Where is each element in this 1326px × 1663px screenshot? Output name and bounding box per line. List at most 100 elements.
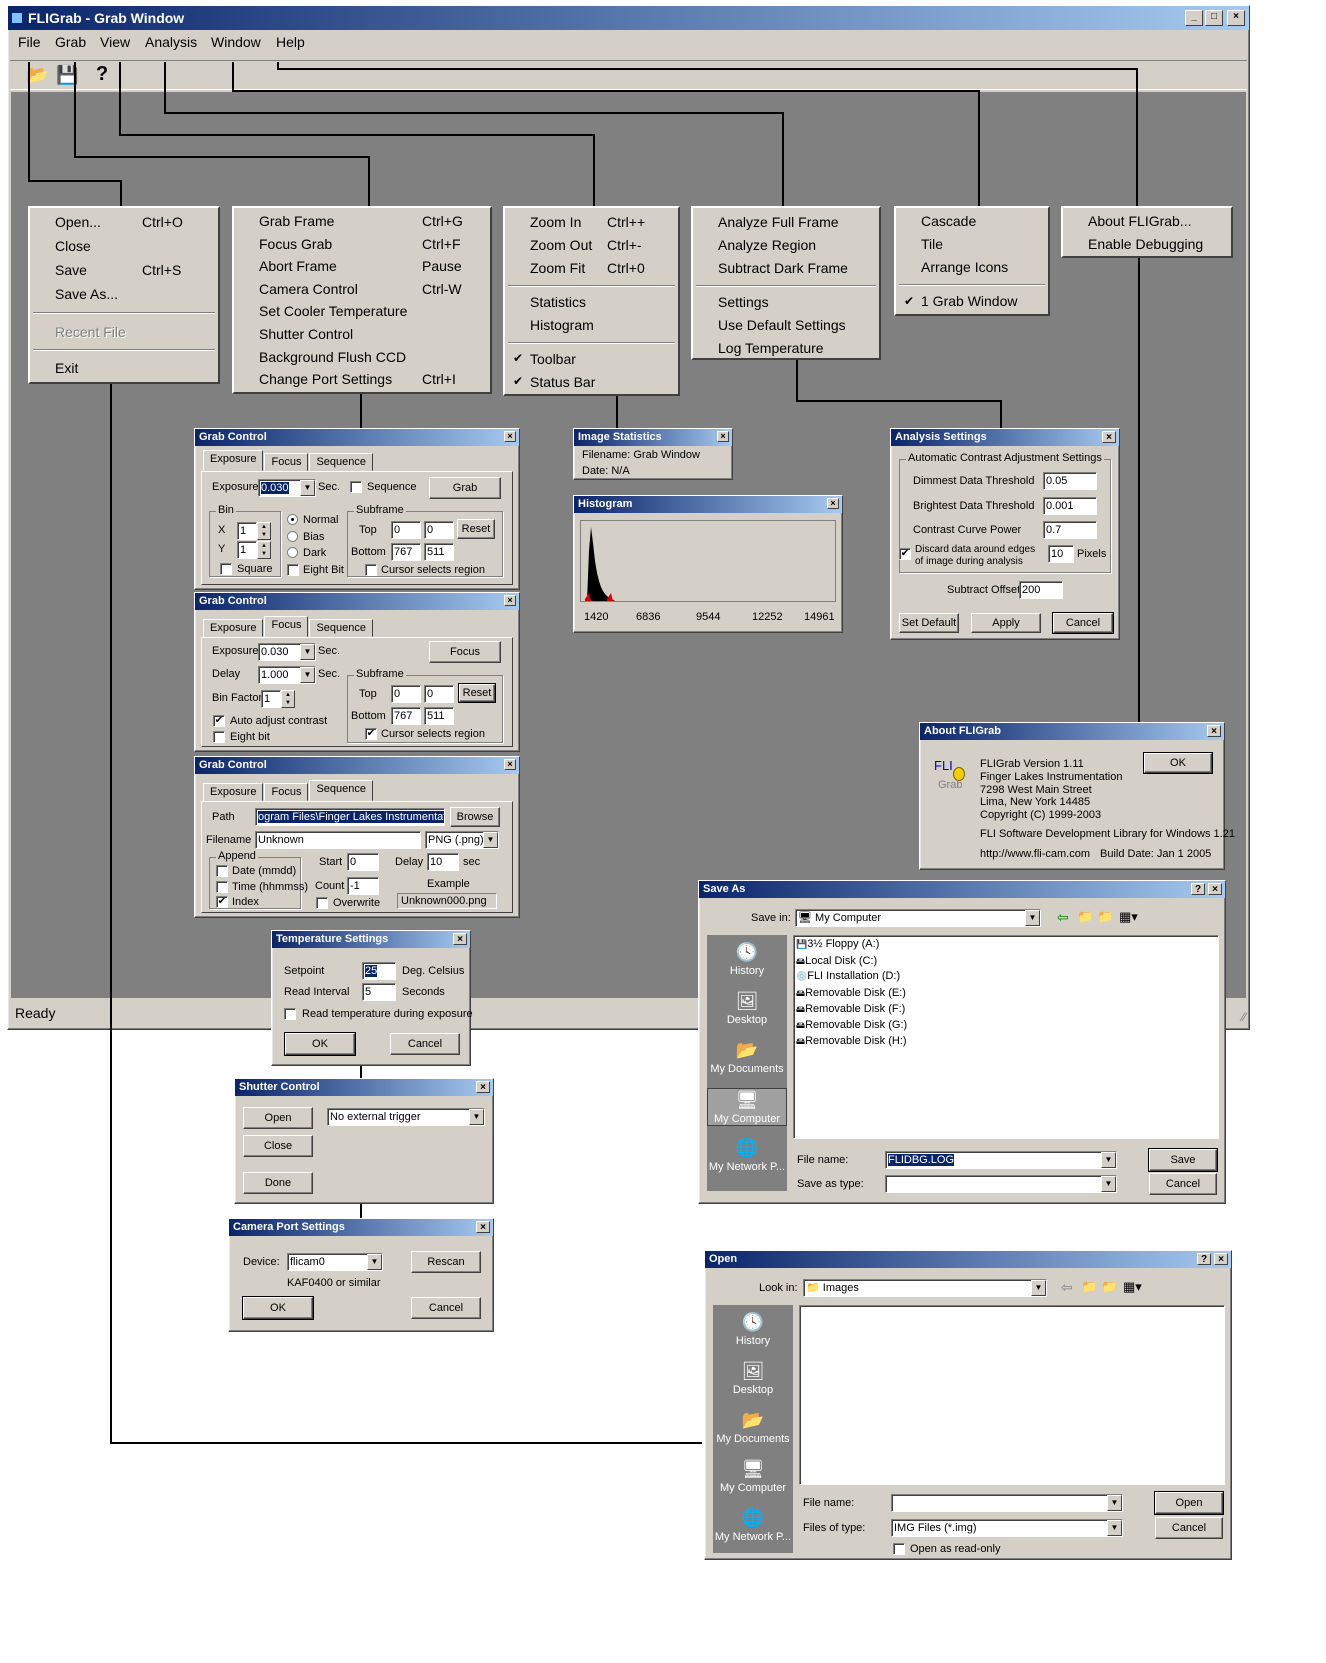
sequence-checkbox[interactable]	[350, 481, 362, 493]
chevron-down-icon[interactable]: ▼	[1025, 910, 1040, 926]
read-during-exposure-checkbox[interactable]	[284, 1008, 296, 1020]
menu-item-exit[interactable]: Exit	[55, 360, 78, 376]
reset-button[interactable]: Reset	[458, 683, 496, 703]
menu-item-subtract-dark[interactable]: Subtract Dark Frame	[718, 260, 848, 276]
setpoint-input[interactable]: 25	[362, 962, 396, 980]
menu-item-cascade[interactable]: Cascade	[921, 213, 976, 229]
menu-item-about[interactable]: About FLIGrab...	[1088, 213, 1192, 229]
minimize-button[interactable]: _	[1185, 10, 1203, 26]
chevron-down-icon[interactable]: ▼	[1031, 1280, 1046, 1296]
cancel-button[interactable]: Cancel	[1155, 1517, 1223, 1539]
device-combo[interactable]: flicam0 ▼	[287, 1253, 383, 1271]
back-icon[interactable]: ⇦	[1061, 1279, 1073, 1296]
read-only-checkbox[interactable]	[893, 1543, 905, 1555]
chevron-down-icon[interactable]: ▼	[300, 480, 315, 496]
menu-item-save-as[interactable]: Save As...	[55, 286, 118, 302]
menu-item-zoom-fit[interactable]: Zoom Fit	[530, 260, 585, 276]
top-input-2[interactable]: 0	[424, 521, 454, 539]
normal-radio[interactable]	[287, 514, 298, 525]
drive-list-item[interactable]: 💾3½ Floppy (A:)	[796, 938, 879, 950]
menu-grab[interactable]: Grab	[55, 34, 86, 50]
dimmest-input[interactable]: 0.05	[1043, 472, 1097, 490]
read-interval-input[interactable]: 5	[362, 983, 396, 1001]
time-checkbox[interactable]	[216, 881, 228, 893]
menu-item-analyze-full[interactable]: Analyze Full Frame	[718, 214, 839, 230]
bin-x-input[interactable]: 1	[237, 522, 257, 540]
menu-help[interactable]: Help	[276, 34, 305, 50]
close-button[interactable]: ×	[504, 759, 516, 770]
close-button[interactable]: ×	[1227, 10, 1245, 26]
help-button[interactable]: ?	[1197, 1253, 1211, 1265]
bin-factor-spinner[interactable]: ▲ ▼	[281, 690, 295, 708]
maximize-button[interactable]: □	[1205, 10, 1223, 26]
menu-item-toolbar[interactable]: Toolbar	[530, 351, 576, 367]
menu-item-arrange-icons[interactable]: Arrange Icons	[921, 259, 1008, 275]
help-button[interactable]: ?	[1191, 883, 1205, 895]
path-input[interactable]: ogram Files\Finger Lakes Instrumentation	[255, 808, 445, 826]
grab-button[interactable]: Grab	[429, 477, 501, 499]
top-input-2[interactable]: 0	[424, 685, 454, 703]
bottom-input-2[interactable]: 511	[424, 543, 454, 561]
place-network[interactable]: 🌐 My Network P...	[707, 1137, 787, 1173]
cursor-region-checkbox[interactable]	[365, 564, 377, 576]
eight-bit-checkbox[interactable]	[287, 564, 299, 576]
chevron-down-icon[interactable]: ▼	[300, 667, 315, 683]
tab-exposure[interactable]: Exposure	[203, 619, 264, 637]
place-history[interactable]: 🕓 History	[707, 941, 787, 977]
menu-item-histogram[interactable]: Histogram	[530, 317, 594, 333]
tab-exposure[interactable]: Exposure	[203, 783, 264, 801]
drive-list-item[interactable]: 💿FLI Installation (D:)	[796, 970, 900, 982]
bin-y-input[interactable]: 1	[237, 541, 257, 559]
chevron-down-icon[interactable]: ▼	[469, 1109, 484, 1125]
menu-item-close[interactable]: Close	[55, 238, 91, 254]
grab-menu-item[interactable]: Camera Control	[259, 281, 358, 297]
square-checkbox[interactable]	[220, 563, 232, 575]
close-button[interactable]: ×	[1214, 1253, 1228, 1265]
close-button[interactable]: ×	[453, 933, 467, 945]
close-shutter-button[interactable]: Close	[243, 1135, 313, 1157]
cancel-button[interactable]: Cancel	[390, 1033, 460, 1055]
tab-focus[interactable]: Focus	[264, 453, 309, 471]
menu-item-settings[interactable]: Settings	[718, 294, 769, 310]
file-type-combo[interactable]: IMG Files (*.img) ▼	[891, 1519, 1123, 1537]
close-button[interactable]: ×	[1207, 725, 1221, 737]
view-menu-icon[interactable]: ▦▾	[1119, 909, 1138, 925]
close-button[interactable]: ×	[476, 1221, 490, 1233]
file-name-combo[interactable]: ▼	[891, 1494, 1123, 1512]
top-input-1[interactable]: 0	[391, 521, 421, 539]
tab-exposure[interactable]: Exposure	[203, 450, 264, 471]
close-button[interactable]: ×	[827, 498, 839, 509]
save-type-combo[interactable]: ▼	[885, 1175, 1117, 1193]
menu-item-status-bar[interactable]: Status Bar	[530, 374, 595, 390]
place-desktop[interactable]: 🖼 Desktop	[713, 1360, 793, 1396]
place-my-documents[interactable]: 📂 My Documents	[713, 1409, 793, 1445]
ok-button[interactable]: OK	[242, 1296, 314, 1320]
menu-item-open[interactable]: Open...	[55, 214, 101, 230]
menu-item-grab-window[interactable]: 1 Grab Window	[921, 293, 1017, 309]
dark-radio[interactable]	[287, 547, 298, 558]
done-button[interactable]: Done	[243, 1172, 313, 1194]
tab-sequence[interactable]: Sequence	[309, 619, 373, 637]
menu-item-debugging[interactable]: Enable Debugging	[1088, 236, 1203, 252]
menu-item-tile[interactable]: Tile	[921, 236, 943, 252]
close-button[interactable]: ×	[717, 431, 729, 442]
chevron-down-icon[interactable]: ▼	[300, 644, 315, 660]
grab-menu-item[interactable]: Shutter Control	[259, 326, 353, 342]
discard-pixels-input[interactable]: 10	[1048, 545, 1074, 563]
menu-view[interactable]: View	[100, 34, 130, 50]
close-button[interactable]: ×	[476, 1081, 490, 1093]
menu-item-default-settings[interactable]: Use Default Settings	[718, 317, 846, 333]
apply-button[interactable]: Apply	[971, 613, 1041, 633]
filename-input[interactable]: Unknown	[255, 831, 421, 849]
chevron-down-icon[interactable]: ▼	[483, 832, 498, 848]
bin-x-spinner[interactable]: ▲ ▼	[257, 522, 271, 540]
ok-button[interactable]: OK	[284, 1032, 356, 1056]
file-name-combo[interactable]: FLIDBG.LOG ▼	[885, 1151, 1117, 1169]
close-button[interactable]: ×	[504, 431, 516, 442]
place-my-documents[interactable]: 📂 My Documents	[707, 1039, 787, 1075]
menu-analysis[interactable]: Analysis	[145, 34, 197, 50]
menu-item-save[interactable]: Save	[55, 262, 87, 278]
close-button[interactable]: ×	[1102, 431, 1116, 443]
chevron-down-icon[interactable]: ▼	[1101, 1152, 1116, 1168]
browse-button[interactable]: Browse	[450, 807, 500, 827]
